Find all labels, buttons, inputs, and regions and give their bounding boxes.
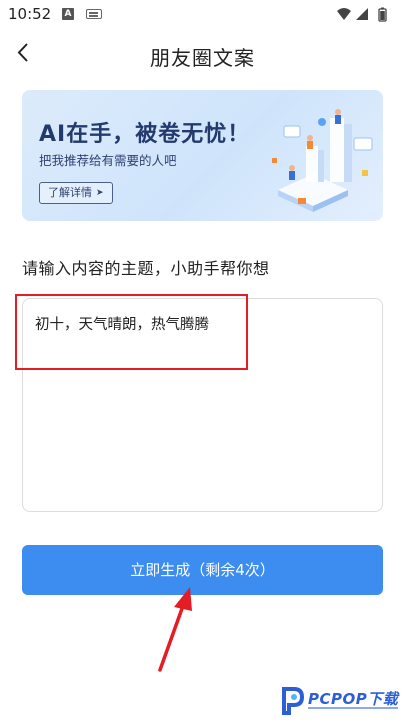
learn-more-button[interactable]: 了解详情 ➤	[39, 182, 113, 204]
promo-banner[interactable]: AI在手，被卷无忧！ 把我推荐给有需要的人吧 了解详情 ➤	[22, 90, 383, 221]
keyboard-icon	[86, 9, 102, 19]
play-arrow-icon: ➤	[96, 188, 104, 198]
pcpop-logo-icon	[282, 687, 305, 715]
banner-subtitle: 把我推荐给有需要的人吧	[39, 153, 177, 168]
status-bar: 10:52 A	[0, 0, 405, 28]
signal-icon	[356, 8, 368, 20]
annotation-arrow-icon	[158, 587, 192, 672]
status-icons	[337, 7, 387, 22]
android-a-icon: A	[62, 8, 74, 20]
watermark-underline	[308, 707, 398, 709]
page-title: 朋友圈文案	[150, 46, 255, 70]
topic-input-value: 初十，天气晴朗，热气腾腾	[35, 317, 209, 333]
watermark: PCPOP下载	[280, 683, 405, 720]
header: 朋友圈文案	[0, 28, 405, 80]
generate-button[interactable]: 立即生成（剩余4次）	[22, 545, 383, 595]
wifi-icon	[337, 8, 351, 20]
status-time: 10:52	[8, 5, 52, 23]
battery-icon	[378, 7, 387, 22]
watermark-text: PCPOP下载	[308, 690, 399, 708]
topic-input[interactable]: 初十，天气晴朗，热气腾腾	[22, 298, 383, 512]
banner-headline: AI在手，被卷无忧！	[39, 122, 251, 147]
isometric-illustration	[272, 109, 373, 212]
learn-more-label: 了解详情	[48, 186, 92, 199]
prompt-label: 请输入内容的主题，小助手帮你想	[22, 259, 270, 278]
